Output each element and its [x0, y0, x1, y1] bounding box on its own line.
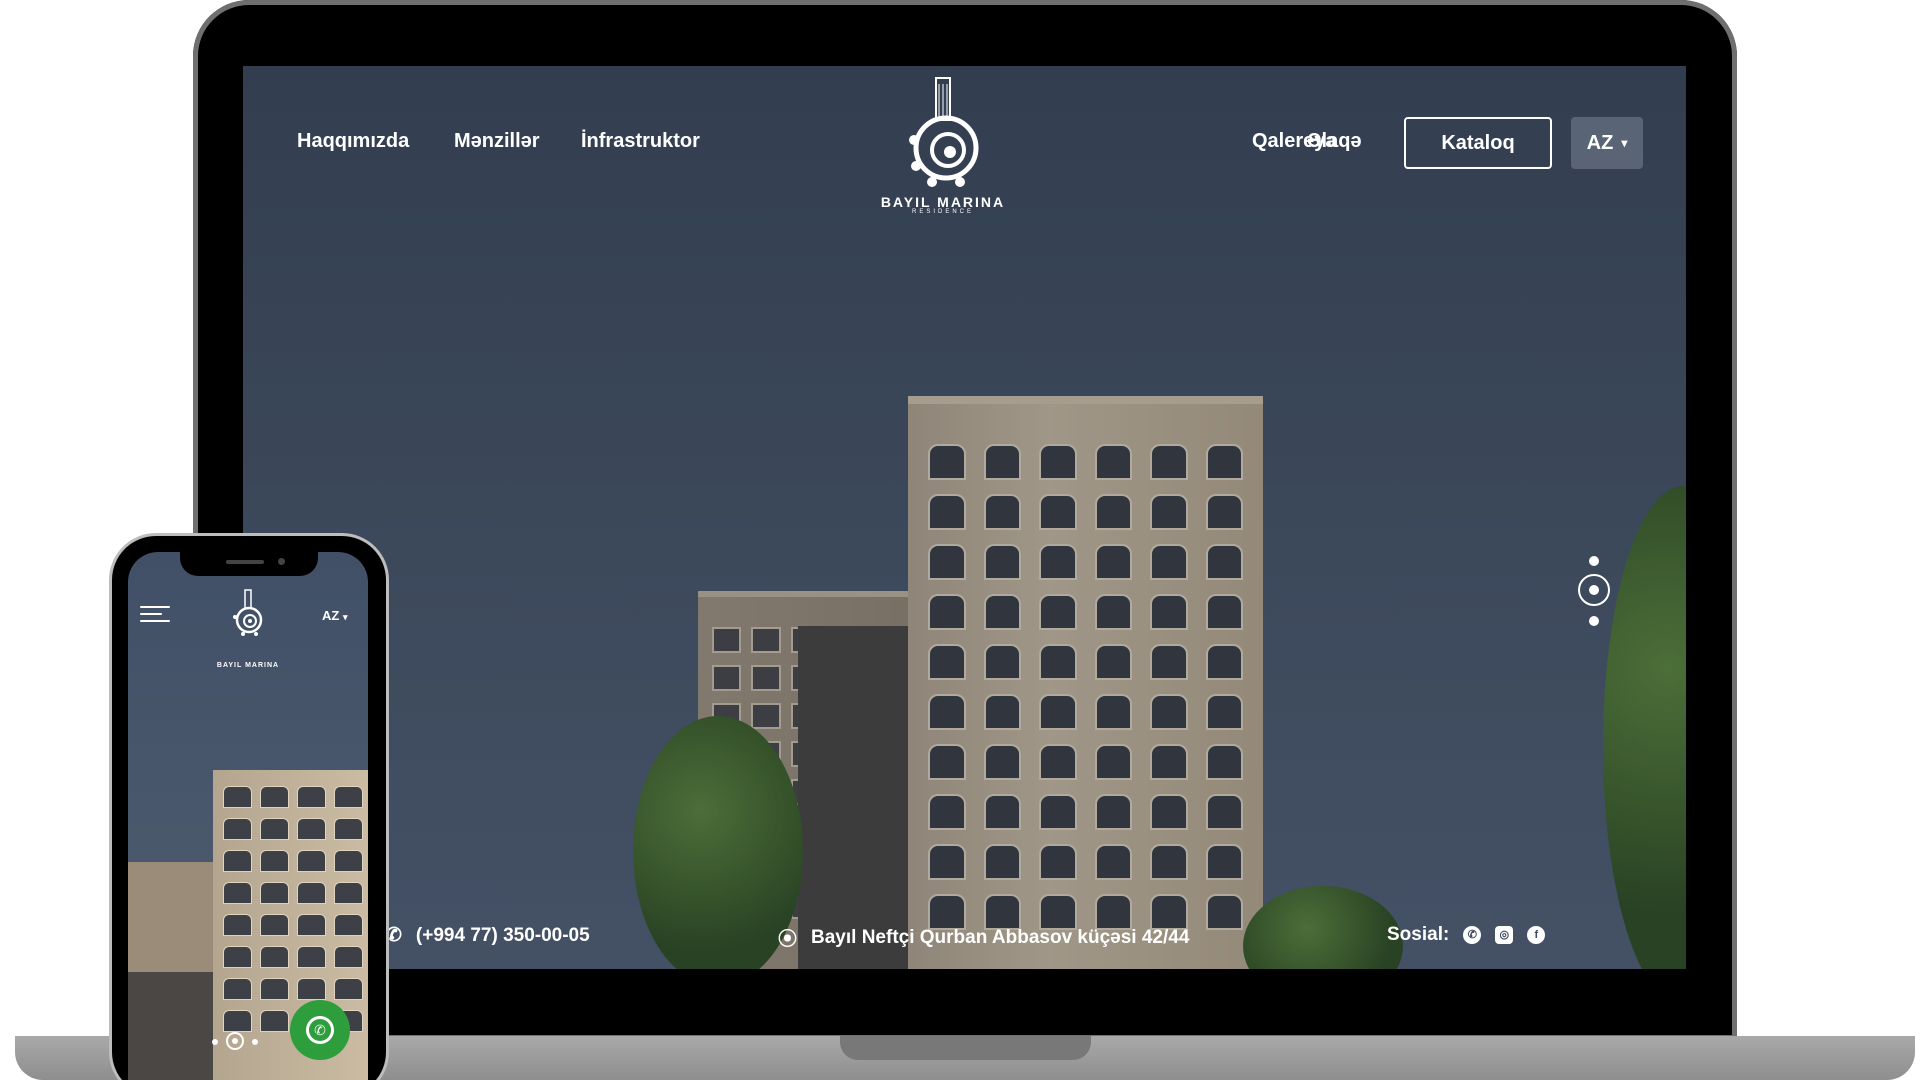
phone-frame: BAYIL MARINA AZ ▾ — [112, 536, 386, 1080]
location-pin-icon: ⦿ — [778, 929, 798, 950]
nav-contact[interactable]: Əlaqə — [1307, 130, 1362, 153]
logo-emblem-icon — [909, 77, 979, 187]
phone-icon: ✆ — [386, 925, 402, 946]
whatsapp-float-button[interactable]: ✆ — [290, 1000, 350, 1060]
slider-dot[interactable] — [212, 1039, 218, 1045]
slider-pagination — [206, 1032, 266, 1052]
brand-logo[interactable]: BAYIL MARINA RESIDENCE — [878, 74, 1008, 215]
slider-dot[interactable] — [1589, 556, 1599, 566]
instagram-icon[interactable]: ◎ — [1495, 926, 1514, 944]
slider-dot-active[interactable] — [226, 1032, 244, 1050]
address-text: Bayıl Neftçi Qurban Abbasov küçəsi 42/44 — [811, 926, 1190, 948]
language-select[interactable]: AZ ▾ — [1571, 117, 1643, 169]
hamburger-menu-icon[interactable] — [140, 606, 170, 626]
language-value: AZ — [1586, 131, 1614, 154]
chevron-down-icon: ▾ — [342, 612, 348, 622]
catalog-button[interactable]: Kataloq — [1404, 117, 1552, 169]
laptop-notch — [840, 1036, 1091, 1060]
nav-apartments[interactable]: Mənzillər — [454, 130, 540, 153]
logo-emblem-icon[interactable] — [226, 588, 270, 638]
mobile-hero-screen: BAYIL MARINA AZ ▾ — [128, 552, 368, 1080]
slider-dot[interactable] — [1589, 616, 1599, 626]
language-select[interactable]: AZ ▾ — [322, 608, 348, 623]
social-label: Sosial: — [1387, 924, 1450, 945]
phone-info[interactable]: ✆ (+994 77) 350-00-05 — [386, 924, 590, 947]
nav-infrastructure[interactable]: İnfrastruktor — [581, 130, 700, 153]
logo-wordmark: BAYIL MARINA — [216, 662, 280, 669]
speaker — [226, 560, 264, 564]
desktop-hero-screen: Haqqımızda Mənzillər İnfrastruktor BAYIL… — [243, 66, 1686, 969]
social-links: Sosial: ✆ ◎ f — [1387, 924, 1546, 946]
device-mockup: Haqqımızda Mənzillər İnfrastruktor BAYIL… — [0, 0, 1920, 1080]
logo-subtitle: RESIDENCE — [911, 209, 974, 215]
address-info[interactable]: ⦿ Bayıl Neftçi Qurban Abbasov küçəsi 42/… — [778, 924, 1189, 951]
language-value: AZ — [322, 608, 340, 623]
slider-dot[interactable] — [252, 1039, 258, 1045]
facebook-icon[interactable]: f — [1527, 926, 1546, 944]
whatsapp-icon: ✆ — [306, 1016, 334, 1044]
slider-dot-active[interactable] — [1578, 574, 1610, 606]
chevron-down-icon: ▾ — [1621, 136, 1628, 150]
slider-pagination — [1578, 556, 1610, 626]
phone-notch — [180, 552, 318, 576]
side-building-shadow — [128, 972, 218, 1080]
whatsapp-icon[interactable]: ✆ — [1463, 926, 1482, 944]
logo-wordmark: BAYIL MARINA — [880, 194, 1006, 210]
phone-number: (+994 77) 350-00-05 — [415, 924, 590, 946]
camera — [278, 558, 285, 565]
nav-about[interactable]: Haqqımızda — [297, 130, 409, 153]
